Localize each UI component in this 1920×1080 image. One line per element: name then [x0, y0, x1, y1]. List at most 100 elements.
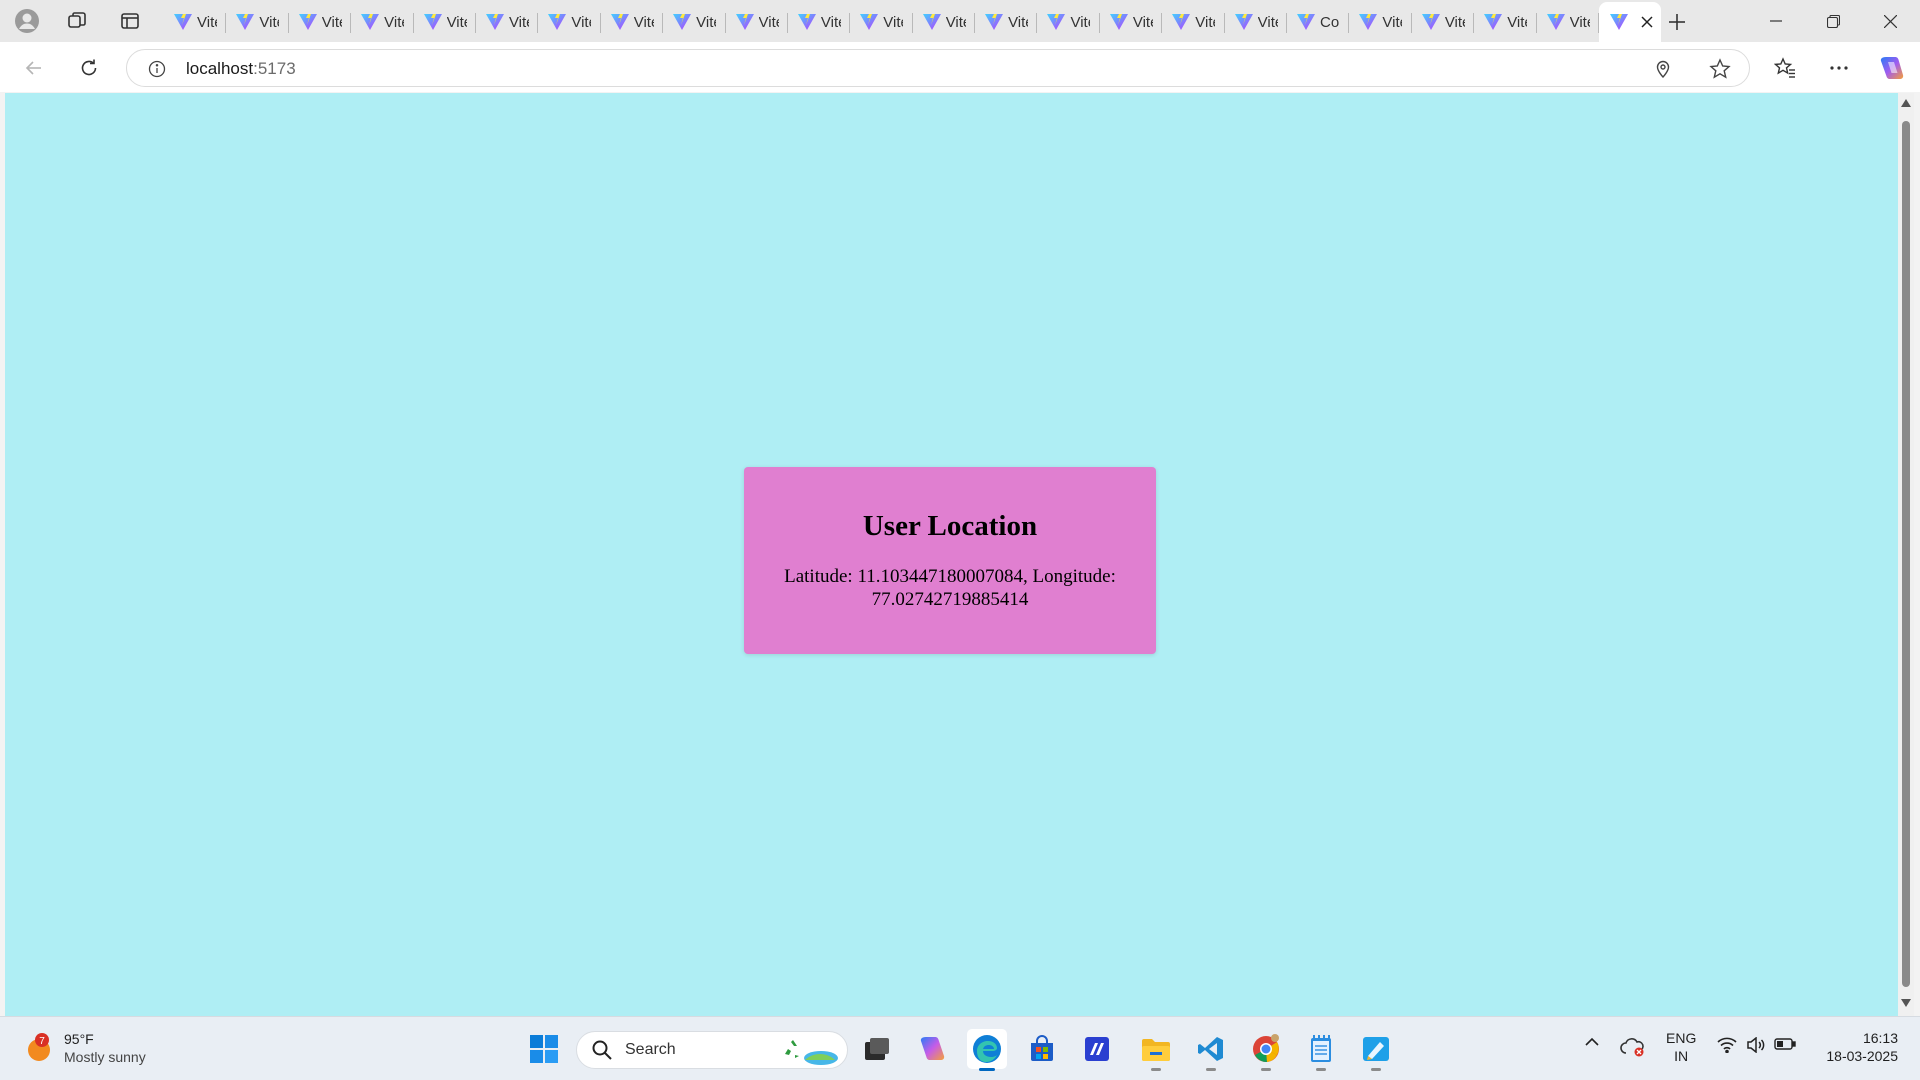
- battery-icon[interactable]: [1774, 1037, 1796, 1051]
- onedrive-status-icon[interactable]: [1620, 1037, 1646, 1057]
- scrollbar-thumb[interactable]: [1902, 121, 1910, 987]
- browser-tab[interactable]: Vite: [414, 2, 477, 42]
- vscode-icon[interactable]: [1191, 1029, 1231, 1071]
- vite-favicon-icon: [423, 12, 443, 32]
- browser-tab[interactable]: Vite: [226, 2, 290, 42]
- language-code: ENG: [1666, 1030, 1697, 1046]
- edge-browser-icon[interactable]: [967, 1029, 1007, 1071]
- clock-time: 16:13: [1862, 1030, 1898, 1046]
- back-button[interactable]: [18, 52, 50, 84]
- browser-tab[interactable]: Vite: [289, 2, 352, 42]
- profile-icon[interactable]: [13, 7, 41, 35]
- tab-strip: Vite Vite Vite Vite Vite Vite Vite Vite Vite Vite…: [0, 0, 1920, 42]
- close-tab-icon[interactable]: [1639, 14, 1655, 30]
- language-region: IN: [1674, 1048, 1689, 1064]
- browser-tab[interactable]: Vite: [788, 2, 851, 42]
- weather-condition: Mostly sunny: [64, 1049, 146, 1065]
- volume-icon[interactable]: [1745, 1037, 1767, 1053]
- browser-tab[interactable]: Vite: [1162, 2, 1226, 42]
- location-card: User Location Latitude: 11.1034471800070…: [744, 467, 1156, 654]
- browser-tab[interactable]: Vite: [975, 2, 1038, 42]
- location-pin-icon[interactable]: [1653, 59, 1673, 79]
- browser-tab[interactable]: Vite: [1037, 2, 1101, 42]
- workspaces-icon[interactable]: [63, 7, 91, 35]
- browser-tab[interactable]: Vite: [913, 2, 976, 42]
- copilot-icon[interactable]: [1876, 52, 1908, 84]
- address-bar[interactable]: localhost:5173: [126, 49, 1750, 87]
- notepad-icon[interactable]: [1301, 1029, 1341, 1071]
- vite-favicon-icon: [1109, 12, 1129, 32]
- url-text[interactable]: localhost:5173: [186, 59, 296, 79]
- tab-title: Vite: [1507, 13, 1527, 31]
- browser-tab[interactable]: Vite: [850, 2, 914, 42]
- vite-favicon-icon: [922, 12, 942, 32]
- browser-tab[interactable]: Co: [1287, 2, 1350, 42]
- tab-title: Vite: [197, 13, 217, 31]
- weather-widget[interactable]: 7 95°F Mostly sunny: [24, 1030, 146, 1066]
- more-menu-icon[interactable]: [1823, 52, 1855, 84]
- running-indicator: [1151, 1068, 1161, 1071]
- tab-title: Vite: [321, 13, 342, 31]
- vite-favicon-icon: [859, 12, 879, 32]
- browser-tab[interactable]: Vite: [1225, 2, 1288, 42]
- refresh-button[interactable]: [73, 52, 105, 84]
- tab-title: Vite: [696, 13, 716, 31]
- tab-title: Vite: [259, 13, 279, 31]
- vite-favicon-icon: [1546, 12, 1566, 32]
- wifi-icon[interactable]: [1716, 1037, 1738, 1053]
- browser-tab[interactable]: Vite: [1412, 2, 1475, 42]
- vite-favicon-icon: [797, 12, 817, 32]
- new-tab-button[interactable]: [1662, 7, 1692, 37]
- scroll-down-icon[interactable]: [1900, 997, 1912, 1009]
- chrome-icon[interactable]: [1246, 1029, 1286, 1071]
- taskbar: 7 95°F Mostly sunny Search ENG IN 16:13 …: [0, 1016, 1920, 1080]
- scroll-up-icon[interactable]: [1900, 97, 1912, 109]
- browser-tab[interactable]: Vite: [351, 2, 414, 42]
- browser-tab[interactable]: Vite: [476, 2, 539, 42]
- running-indicator: [1371, 1068, 1381, 1071]
- browser-tab[interactable]: Vite: [1349, 2, 1413, 42]
- minimize-button[interactable]: [1748, 0, 1804, 42]
- browser-tab[interactable]: Vite: [1474, 2, 1537, 42]
- show-hidden-icons-chevron-icon[interactable]: [1582, 1037, 1602, 1047]
- vite-favicon-icon: [1171, 12, 1191, 32]
- file-explorer-icon[interactable]: [1136, 1029, 1176, 1071]
- tab-title: Co: [1320, 13, 1340, 31]
- browser-tab[interactable]: Vite: [601, 2, 664, 42]
- copilot-taskbar-icon[interactable]: [912, 1029, 952, 1069]
- tab-title: Vite: [508, 13, 529, 31]
- location-title: User Location: [862, 510, 1038, 542]
- favorite-star-icon[interactable]: [1709, 58, 1731, 80]
- restore-button[interactable]: [1805, 0, 1861, 42]
- vite-favicon-icon: [1296, 12, 1316, 32]
- browser-tab[interactable]: Vite: [1537, 2, 1600, 42]
- browser-tab[interactable]: Vite: [538, 2, 602, 42]
- vertical-scrollbar[interactable]: [1898, 93, 1914, 1016]
- input-language-indicator[interactable]: ENG IN: [1666, 1029, 1696, 1065]
- paint-icon[interactable]: [1356, 1029, 1396, 1071]
- favorites-icon[interactable]: [1769, 52, 1801, 84]
- task-view-icon[interactable]: [857, 1029, 897, 1069]
- page-viewport: User Location Latitude: 11.1034471800070…: [5, 93, 1898, 1016]
- store-icon[interactable]: [1022, 1029, 1062, 1069]
- site-info-icon[interactable]: [147, 59, 167, 79]
- taskbar-search[interactable]: Search: [576, 1031, 848, 1069]
- vite-favicon-icon: [610, 12, 630, 32]
- browser-tab[interactable]: Vite: [1100, 2, 1163, 42]
- running-indicator: [1206, 1068, 1216, 1071]
- tab-actions-icon[interactable]: [116, 7, 144, 35]
- browser-tab[interactable]: Vite: [663, 2, 726, 42]
- tab-title: Vite: [446, 13, 467, 31]
- vite-favicon-icon: [547, 12, 567, 32]
- visual-studio-icon[interactable]: [1077, 1029, 1117, 1069]
- browser-tab[interactable]: Vite: [726, 2, 789, 42]
- vite-favicon-icon: [1046, 12, 1066, 32]
- start-button[interactable]: [524, 1029, 564, 1069]
- location-coordinates: Latitude: 11.103447180007084, Longitude:…: [784, 566, 1116, 610]
- vite-favicon-icon: [1609, 12, 1629, 32]
- close-window-button[interactable]: [1862, 0, 1918, 42]
- browser-tab[interactable]: Vite: [164, 2, 227, 42]
- weather-temp: 95°F: [64, 1031, 94, 1047]
- browser-tab-active[interactable]: [1598, 2, 1661, 42]
- system-clock[interactable]: 16:13 18-03-2025: [1826, 1029, 1898, 1065]
